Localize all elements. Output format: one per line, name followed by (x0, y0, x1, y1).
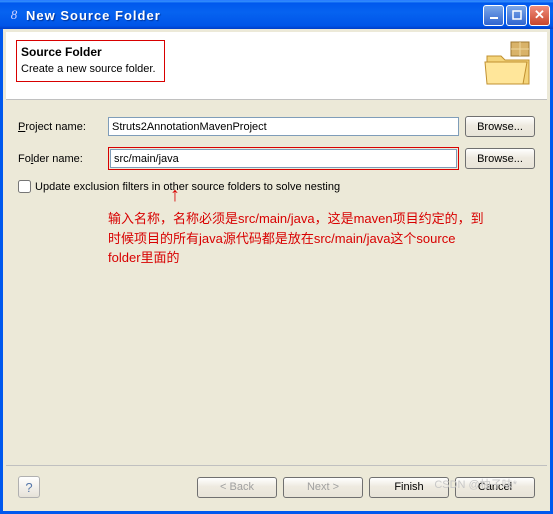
minimize-button[interactable] (483, 5, 504, 26)
folder-name-input[interactable] (110, 149, 457, 168)
back-button: < Back (197, 477, 277, 498)
update-exclusion-row: Update exclusion filters in other source… (18, 180, 535, 193)
app-icon: 8 (6, 7, 22, 23)
dialog-footer: ? < Back Next > Finish Cancel CSDN @柚子味* (6, 465, 547, 508)
maximize-button[interactable] (506, 5, 527, 26)
browse-project-button[interactable]: BBrowse...rowse... (465, 116, 535, 137)
window-controls: ✕ (483, 5, 550, 26)
header-highlight-box: Source Folder Create a new source folder… (16, 40, 165, 82)
folder-input-highlight (108, 147, 459, 170)
project-name-input[interactable] (108, 117, 459, 136)
titlebar: 8 New Source Folder ✕ (0, 0, 553, 29)
folder-name-row: Folder name: Browse... (18, 147, 535, 170)
close-button[interactable]: ✕ (529, 5, 550, 26)
window-body: Source Folder Create a new source folder… (0, 29, 553, 514)
form-area: Project name: BBrowse...rowse... Folder … (6, 100, 547, 276)
update-exclusion-label: Update exclusion filters in other source… (35, 181, 340, 193)
folder-wizard-icon (483, 40, 535, 88)
folder-name-label: Folder name: (18, 153, 102, 165)
annotation-arrow-icon: ↑ (170, 185, 180, 205)
annotation-text: ↑ 输入名称，名称必须是src/main/java，这是maven项目约定的，到… (108, 209, 488, 268)
next-button: Next > (283, 477, 363, 498)
browse-folder-button[interactable]: Browse... (465, 148, 535, 169)
project-name-row: Project name: BBrowse...rowse... (18, 116, 535, 137)
update-exclusion-checkbox[interactable] (18, 180, 31, 193)
cancel-button[interactable]: Cancel (455, 477, 535, 498)
dialog-header: Source Folder Create a new source folder… (6, 32, 547, 100)
project-name-label: Project name: (18, 121, 102, 133)
help-button[interactable]: ? (18, 476, 40, 498)
dialog-title: Source Folder (21, 45, 156, 59)
dialog-subtitle: Create a new source folder. (21, 63, 156, 75)
window-title: New Source Folder (26, 8, 483, 23)
finish-button[interactable]: Finish (369, 477, 449, 498)
